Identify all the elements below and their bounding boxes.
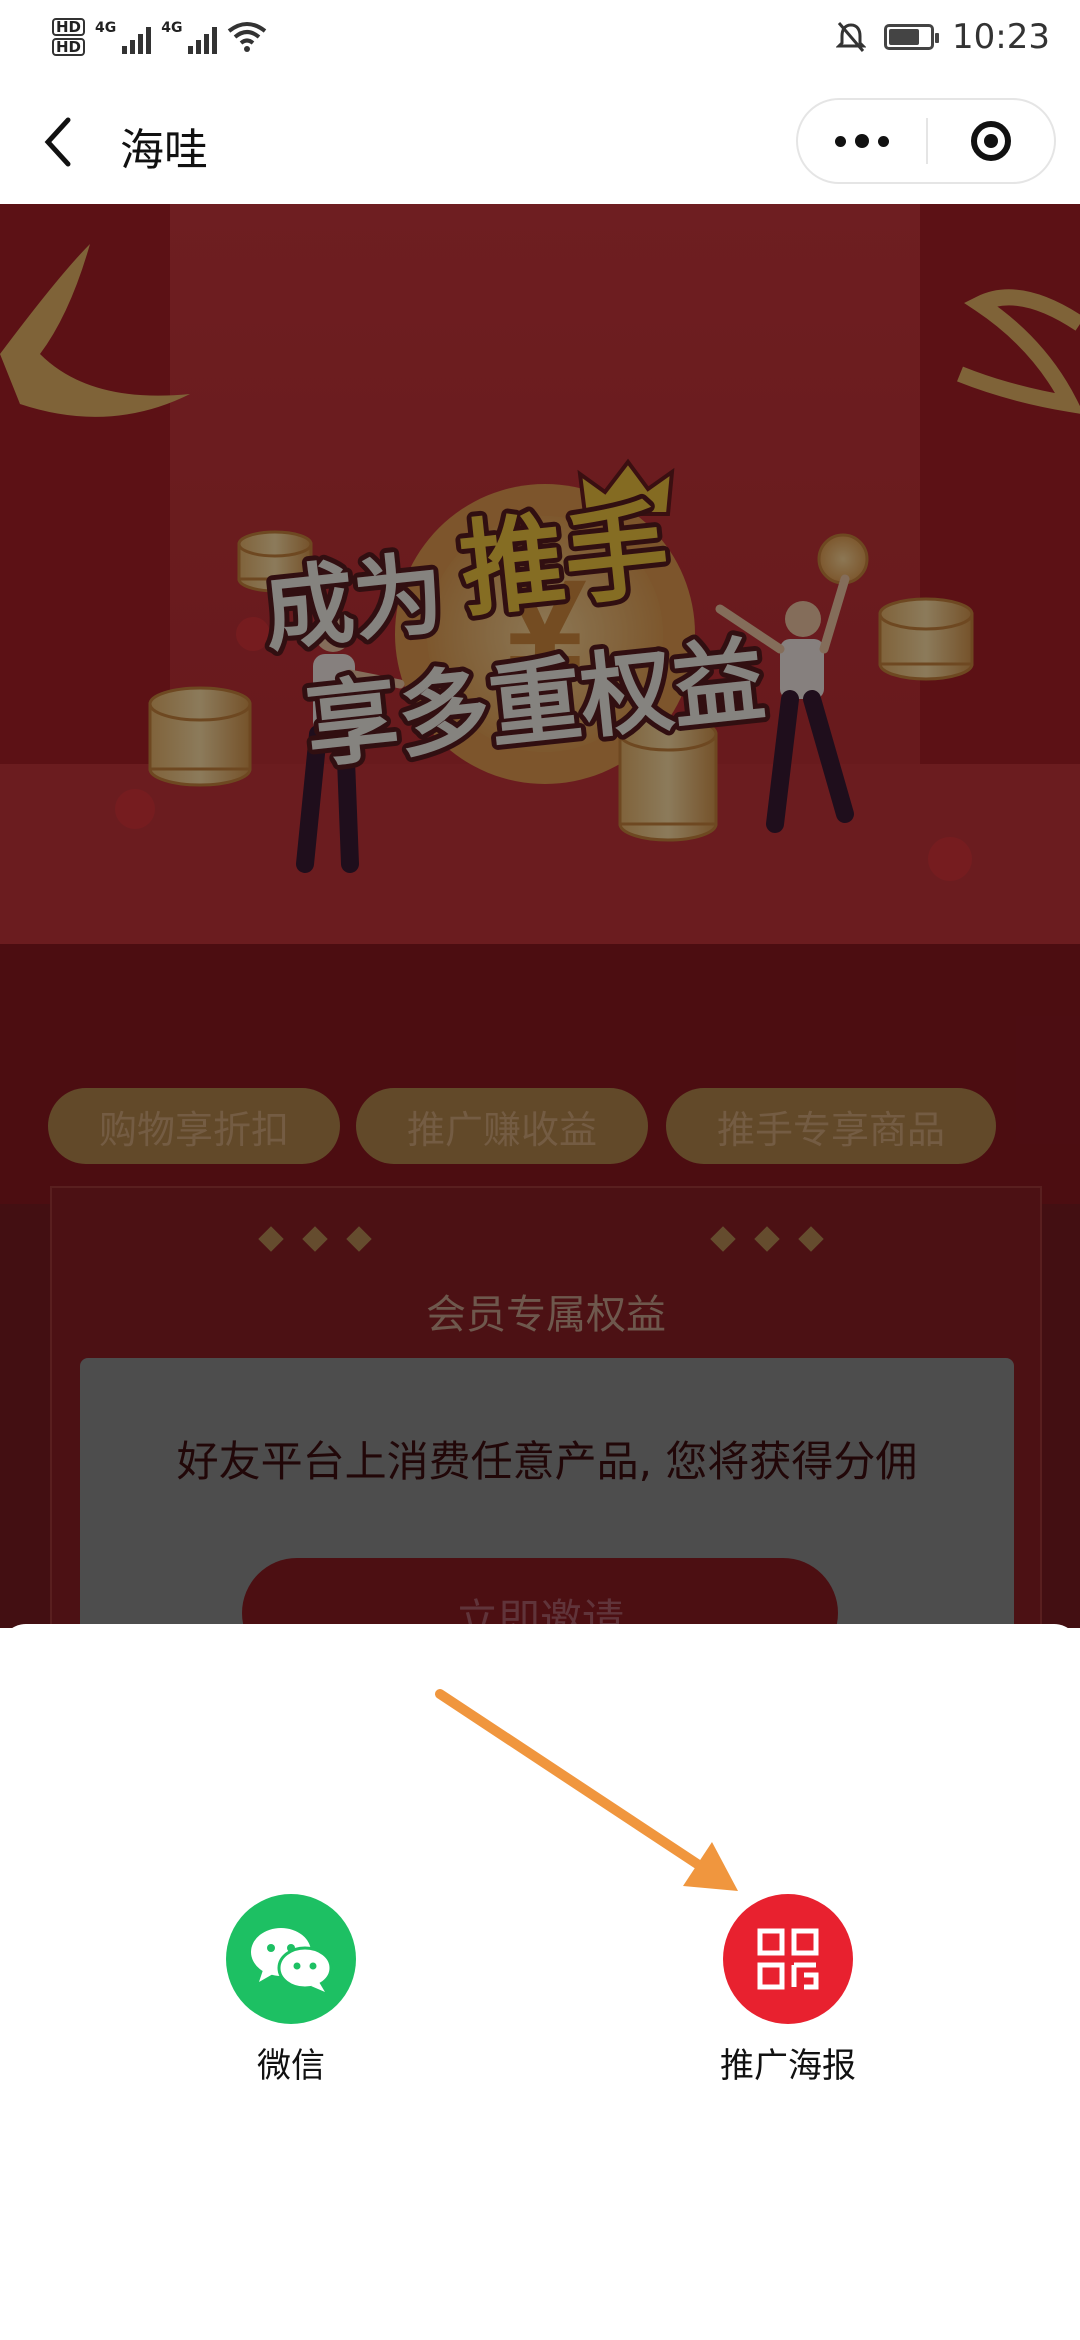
- hd-label-1: HD: [52, 18, 86, 36]
- network-label-2: 4G: [161, 20, 183, 36]
- signal-2-icon: 4G: [161, 20, 218, 54]
- status-bar: HD HD 4G 4G 10:23: [0, 0, 1080, 70]
- dot-icon: [835, 135, 846, 147]
- more-options-button[interactable]: [798, 100, 926, 182]
- share-sheet: 微信 推广海报: [0, 1624, 1080, 2340]
- status-right: 10:23: [836, 14, 1050, 60]
- status-left: HD HD 4G 4G: [52, 14, 267, 60]
- hd-indicator: HD HD: [52, 18, 86, 56]
- bell-off-icon: [836, 22, 867, 52]
- close-mini-program-button[interactable]: [928, 121, 1054, 161]
- wifi-icon: [228, 22, 267, 52]
- network-label-1: 4G: [95, 20, 117, 36]
- page-title: 海哇: [120, 125, 208, 176]
- mini-program-capsule: [796, 98, 1056, 184]
- battery-icon: [884, 24, 940, 50]
- dot-icon: [855, 134, 869, 148]
- hd-label-2: HD: [52, 38, 86, 56]
- clock: 10:23: [952, 17, 1050, 57]
- modal-backdrop[interactable]: [0, 204, 1080, 1628]
- annotation-arrow-icon: [435, 1689, 738, 1891]
- target-icon: [971, 121, 1011, 161]
- nav-bar: 海哇: [0, 70, 1080, 204]
- back-arrow-icon[interactable]: [38, 112, 78, 172]
- signal-1-icon: 4G: [95, 20, 152, 54]
- dot-icon: [878, 135, 889, 147]
